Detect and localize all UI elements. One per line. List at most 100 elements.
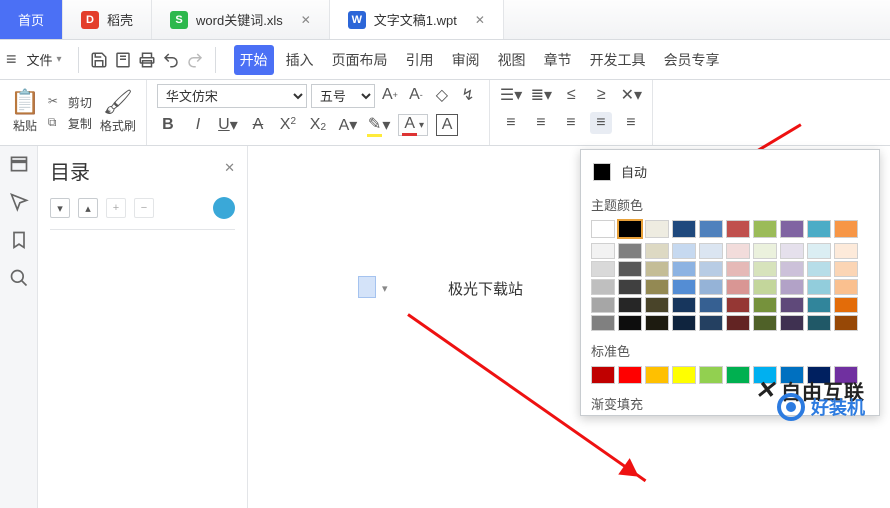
color-swatch[interactable] [780,297,804,313]
auto-color-row[interactable]: 自动 [591,158,869,185]
color-swatch[interactable] [726,243,750,259]
ribbon-tab-chapter[interactable]: 章节 [538,45,578,75]
color-swatch[interactable] [645,243,669,259]
color-swatch[interactable] [672,297,696,313]
grow-font-button[interactable]: A+ [379,84,401,106]
indent-left-button[interactable]: ≤ [560,84,582,106]
undo-icon[interactable] [161,50,181,70]
color-swatch[interactable] [618,366,642,384]
color-swatch[interactable] [645,366,669,384]
color-swatch[interactable] [753,297,777,313]
ribbon-tab-dev[interactable]: 开发工具 [584,45,652,75]
align-justify-button[interactable]: ≡ [590,112,612,134]
color-swatch[interactable] [807,315,831,331]
align-right-button[interactable]: ≡ [560,112,582,134]
search-icon[interactable] [9,268,29,288]
color-swatch[interactable] [780,261,804,277]
color-swatch[interactable] [780,279,804,295]
subscript-button[interactable]: X2 [307,114,329,136]
color-swatch[interactable] [591,315,615,331]
color-swatch[interactable] [780,243,804,259]
color-swatch[interactable] [753,220,777,238]
color-swatch[interactable] [699,220,723,238]
color-swatch[interactable] [753,279,777,295]
format-painter-button[interactable]: 🖌 格式刷 [100,91,136,134]
ribbon-tab-ref[interactable]: 引用 [400,45,440,75]
color-swatch[interactable] [726,261,750,277]
paste-button[interactable]: 📋 粘贴 [10,91,40,134]
color-swatch[interactable] [699,297,723,313]
align-center-button[interactable]: ≡ [530,112,552,134]
save-icon[interactable] [89,50,109,70]
bookmark-icon[interactable] [9,230,29,250]
color-swatch[interactable] [618,243,642,259]
color-swatch[interactable] [699,243,723,259]
font-size-select[interactable]: 五号 [311,84,375,108]
color-swatch[interactable] [591,366,615,384]
color-swatch[interactable] [807,297,831,313]
color-swatch[interactable] [699,261,723,277]
shrink-font-button[interactable]: A- [405,84,427,106]
copy-button[interactable]: ⧉复制 [48,115,92,132]
eraser-icon[interactable]: ◇ [431,84,453,106]
color-swatch[interactable] [618,220,642,238]
ribbon-tab-vip[interactable]: 会员专享 [658,45,726,75]
redo-icon[interactable] [185,50,205,70]
print-icon[interactable] [137,50,157,70]
color-swatch[interactable] [645,315,669,331]
font-family-select[interactable]: 华文仿宋 [157,84,307,108]
color-swatch[interactable] [672,315,696,331]
color-swatch[interactable] [591,261,615,277]
color-swatch[interactable] [834,279,858,295]
color-swatch[interactable] [672,261,696,277]
color-swatch[interactable] [726,279,750,295]
tab-xls[interactable]: S word关键词.xls ✕ [152,0,330,39]
file-menu[interactable]: 文件▾ [21,46,68,73]
ribbon-tab-view[interactable]: 视图 [492,45,532,75]
color-swatch[interactable] [672,243,696,259]
indent-right-button[interactable]: ≥ [590,84,612,106]
close-icon[interactable]: ✕ [301,13,311,27]
color-swatch[interactable] [807,243,831,259]
color-swatch[interactable] [645,261,669,277]
color-swatch[interactable] [753,315,777,331]
strikethrough-button[interactable]: A [247,114,269,136]
color-swatch[interactable] [753,243,777,259]
ribbon-tab-layout[interactable]: 页面布局 [326,45,394,75]
line-spacing-button[interactable]: ✕▾ [620,84,642,106]
close-icon[interactable]: ✕ [475,13,485,27]
color-swatch[interactable] [807,261,831,277]
tab-home[interactable]: 首页 [0,0,63,39]
document-canvas[interactable]: ▾ 极光下载站 自动 主题颜色 标准色 渐变填充 ✕ 自由互联 好装机 [248,146,890,508]
italic-button[interactable]: I [187,114,209,136]
color-swatch[interactable] [780,315,804,331]
color-swatch[interactable] [618,279,642,295]
clear-format-icon[interactable]: ↯ [457,84,479,106]
outline-icon[interactable] [9,154,29,174]
color-swatch[interactable] [591,243,615,259]
char-border-button[interactable]: A [436,114,458,136]
color-swatch[interactable] [726,220,750,238]
bold-button[interactable]: B [157,114,179,136]
color-swatch[interactable] [645,220,669,238]
color-swatch[interactable] [780,220,804,238]
align-left-button[interactable]: ≡ [500,112,522,134]
color-swatch[interactable] [834,261,858,277]
toc-plus-icon[interactable]: + [106,198,126,218]
toc-minus-icon[interactable]: − [134,198,154,218]
highlight-button[interactable]: ✎▾ [367,114,390,136]
color-swatch[interactable] [591,220,615,238]
color-swatch[interactable] [591,279,615,295]
toc-expand-icon[interactable]: ▴ [78,198,98,218]
toc-collapse-icon[interactable]: ▾ [50,198,70,218]
ribbon-tab-start[interactable]: 开始 [234,45,274,75]
superscript-button[interactable]: X2 [277,114,299,136]
color-swatch[interactable] [753,261,777,277]
numbering-button[interactable]: ≣▾ [530,84,552,106]
font-color-button[interactable]: A▾ [398,114,428,136]
color-swatch[interactable] [834,297,858,313]
bullets-button[interactable]: ☰▾ [500,84,522,106]
color-swatch[interactable] [834,315,858,331]
select-icon[interactable] [9,192,29,212]
panel-close-icon[interactable]: ✕ [224,160,235,176]
